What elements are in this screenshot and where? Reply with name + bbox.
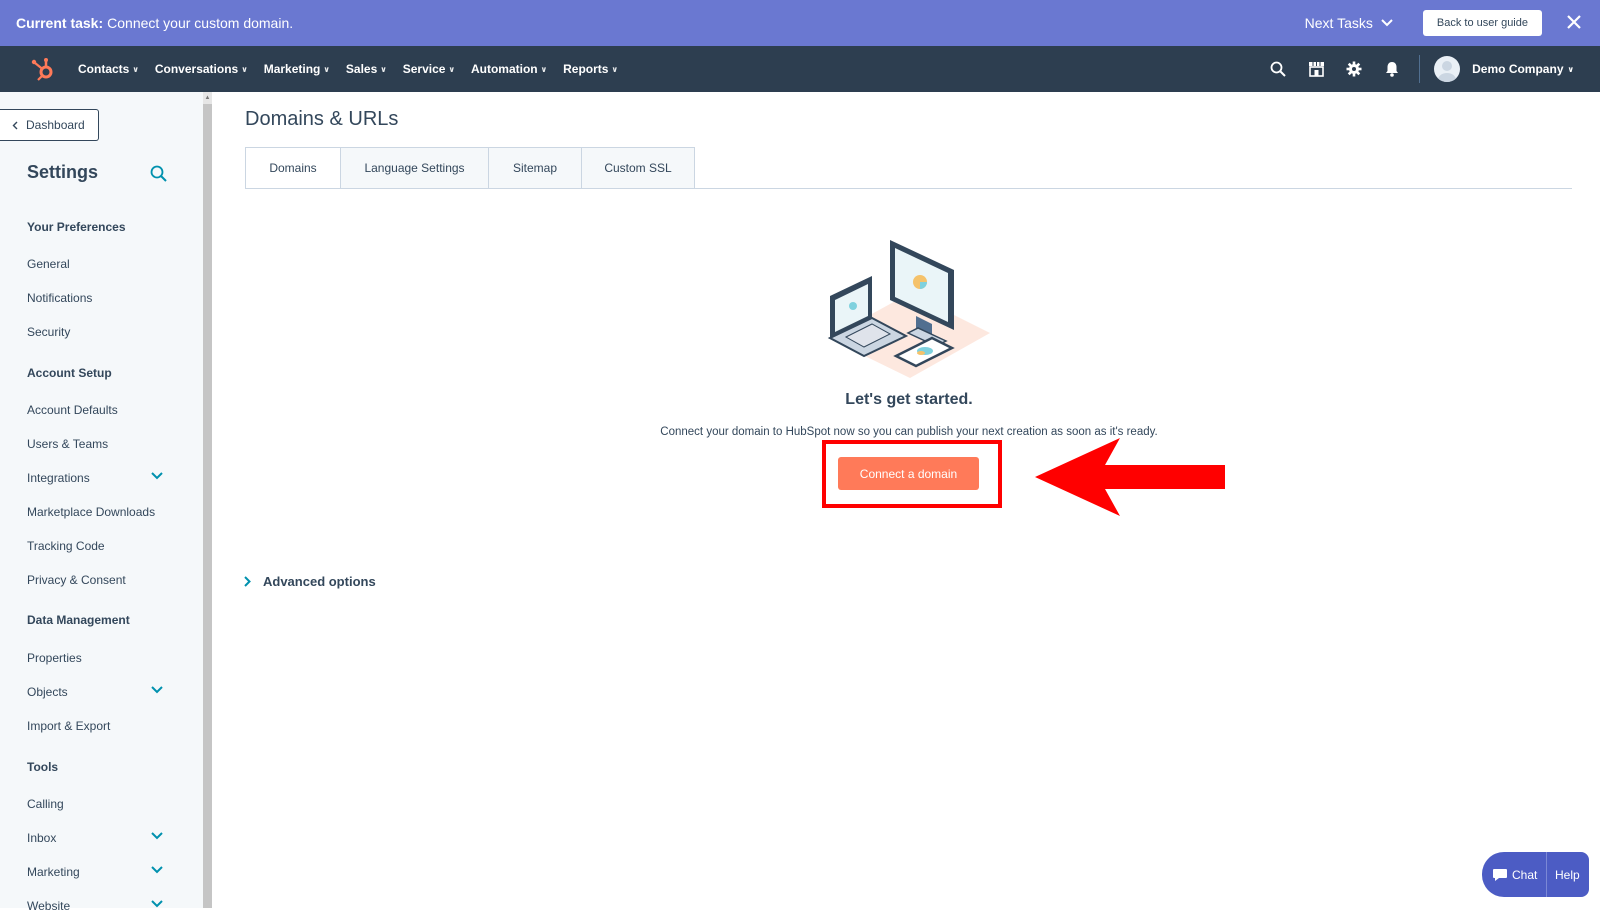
nav-utilities: Demo Company ∨ <box>1259 55 1600 83</box>
chevron-down-icon[interactable] <box>151 832 163 840</box>
chevron-down-icon[interactable] <box>151 686 163 694</box>
sidebar-item-integrations[interactable]: Integrations <box>27 471 90 485</box>
section-tools: Tools <box>27 760 59 774</box>
task-text: Connect your custom domain. <box>107 15 294 31</box>
nav-marketing-label: Marketing <box>263 62 321 76</box>
nav-conversations[interactable]: Conversations ∨ <box>155 62 248 76</box>
sidebar-item-properties[interactable]: Properties <box>27 651 82 665</box>
dashboard-button[interactable]: Dashboard <box>0 109 99 141</box>
sidebar-scrollbar[interactable] <box>203 92 212 908</box>
sidebar-item-calling[interactable]: Calling <box>27 797 64 811</box>
chevron-right-icon <box>244 576 251 587</box>
advanced-options-label: Advanced options <box>263 574 376 589</box>
tab-custom-ssl[interactable]: Custom SSL <box>582 147 695 189</box>
tab-domains[interactable]: Domains <box>245 147 341 189</box>
nav-automation-label: Automation <box>470 62 538 76</box>
nav-automation[interactable]: Automation ∨ <box>471 62 547 76</box>
sidebar-item-tracking-code[interactable]: Tracking Code <box>27 539 105 553</box>
chevron-down-icon: ∨ <box>132 64 139 74</box>
chevron-down-icon: ∨ <box>611 64 618 74</box>
gear-icon[interactable] <box>1335 61 1373 77</box>
marketplace-icon[interactable] <box>1297 61 1335 77</box>
sidebar-item-users-teams[interactable]: Users & Teams <box>27 437 108 451</box>
chevron-down-icon <box>1381 19 1393 27</box>
devices-illustration <box>827 240 990 378</box>
account-menu[interactable]: Demo Company ∨ <box>1472 62 1574 76</box>
chevron-down-icon[interactable] <box>151 472 163 480</box>
nav-divider <box>1419 55 1421 83</box>
nav-conversations-label: Conversations <box>154 62 239 76</box>
chat-bubble-icon <box>1493 868 1507 881</box>
nav-marketing[interactable]: Marketing ∨ <box>264 62 330 76</box>
tab-sitemap[interactable]: Sitemap <box>489 147 582 189</box>
search-icon[interactable] <box>1259 61 1297 77</box>
page-title: Domains & URLs <box>245 108 399 130</box>
chevron-down-icon: ∨ <box>448 64 455 74</box>
next-tasks-label: Next Tasks <box>1304 15 1373 31</box>
chevron-down-icon: ∨ <box>540 64 548 74</box>
top-navigation: Contacts ∨ Conversations ∨ Marketing ∨ Sale… <box>0 46 1600 92</box>
sidebar-item-objects[interactable]: Objects <box>27 685 68 699</box>
nav-reports-label: Reports <box>563 62 609 76</box>
chevron-left-icon <box>12 121 18 129</box>
search-icon[interactable] <box>150 165 167 182</box>
dashboard-label: Dashboard <box>26 118 85 132</box>
hubspot-logo-icon[interactable] <box>30 56 56 82</box>
settings-title: Settings <box>27 162 99 182</box>
help-button[interactable]: Help <box>1546 852 1589 897</box>
annotation-arrow-icon <box>1035 438 1225 516</box>
nav-reports[interactable]: Reports ∨ <box>563 62 618 76</box>
tabs-divider <box>245 188 1572 189</box>
sidebar-item-marketplace-downloads[interactable]: Marketplace Downloads <box>27 505 155 519</box>
sidebar-item-privacy-consent[interactable]: Privacy & Consent <box>27 573 126 587</box>
sidebar-item-notifications[interactable]: Notifications <box>27 291 92 305</box>
chat-widget: Chat Help <box>1482 852 1589 897</box>
chevron-down-icon: ∨ <box>1567 64 1575 74</box>
next-tasks-dropdown[interactable]: Next Tasks <box>1305 15 1393 31</box>
sidebar-item-import-export[interactable]: Import & Export <box>27 719 110 733</box>
task-banner: Current task: Connect your custom domain… <box>0 0 1600 46</box>
section-account-setup: Account Setup <box>27 366 112 380</box>
tab-language-settings[interactable]: Language Settings <box>341 147 489 189</box>
advanced-options-toggle[interactable]: Advanced options <box>244 574 376 589</box>
nav-contacts[interactable]: Contacts ∨ <box>78 62 139 76</box>
chevron-down-icon: ∨ <box>241 64 248 74</box>
chevron-down-icon[interactable] <box>151 900 163 908</box>
nav-sales[interactable]: Sales ∨ <box>346 62 387 76</box>
chevron-down-icon: ∨ <box>323 64 330 74</box>
section-data-management: Data Management <box>27 613 130 627</box>
empty-state-description: Connect your domain to HubSpot now so yo… <box>660 426 1158 438</box>
settings-sidebar <box>0 92 212 908</box>
close-icon[interactable] <box>1564 12 1584 35</box>
chevron-down-icon: ∨ <box>380 64 387 74</box>
avatar[interactable] <box>1434 56 1461 82</box>
sidebar-item-inbox[interactable]: Inbox <box>27 831 56 845</box>
annotation-highlight-box <box>822 440 1002 508</box>
nav-service[interactable]: Service ∨ <box>403 62 455 76</box>
chat-label: Chat <box>1512 867 1538 882</box>
sidebar-item-security[interactable]: Security <box>27 325 70 339</box>
scroll-up-arrow-icon[interactable]: ▲ <box>203 92 212 104</box>
chat-button[interactable]: Chat <box>1482 852 1546 897</box>
account-name: Demo Company <box>1472 62 1564 76</box>
task-label: Current task: <box>16 15 104 31</box>
nav-service-label: Service <box>402 62 446 76</box>
chevron-down-icon[interactable] <box>151 866 163 874</box>
empty-state-heading: Let's get started. <box>845 391 973 408</box>
tab-bar: Domains Language Settings Sitemap Custom… <box>245 147 695 189</box>
nav-sales-label: Sales <box>345 62 378 76</box>
bell-icon[interactable] <box>1373 61 1411 77</box>
sidebar-item-marketing[interactable]: Marketing <box>27 865 80 879</box>
nav-contacts-label: Contacts <box>78 62 130 76</box>
section-your-preferences: Your Preferences <box>27 220 126 234</box>
sidebar-item-website[interactable]: Website <box>27 899 70 913</box>
back-to-user-guide-button[interactable]: Back to user guide <box>1422 10 1542 36</box>
sidebar-item-general[interactable]: General <box>27 257 70 271</box>
